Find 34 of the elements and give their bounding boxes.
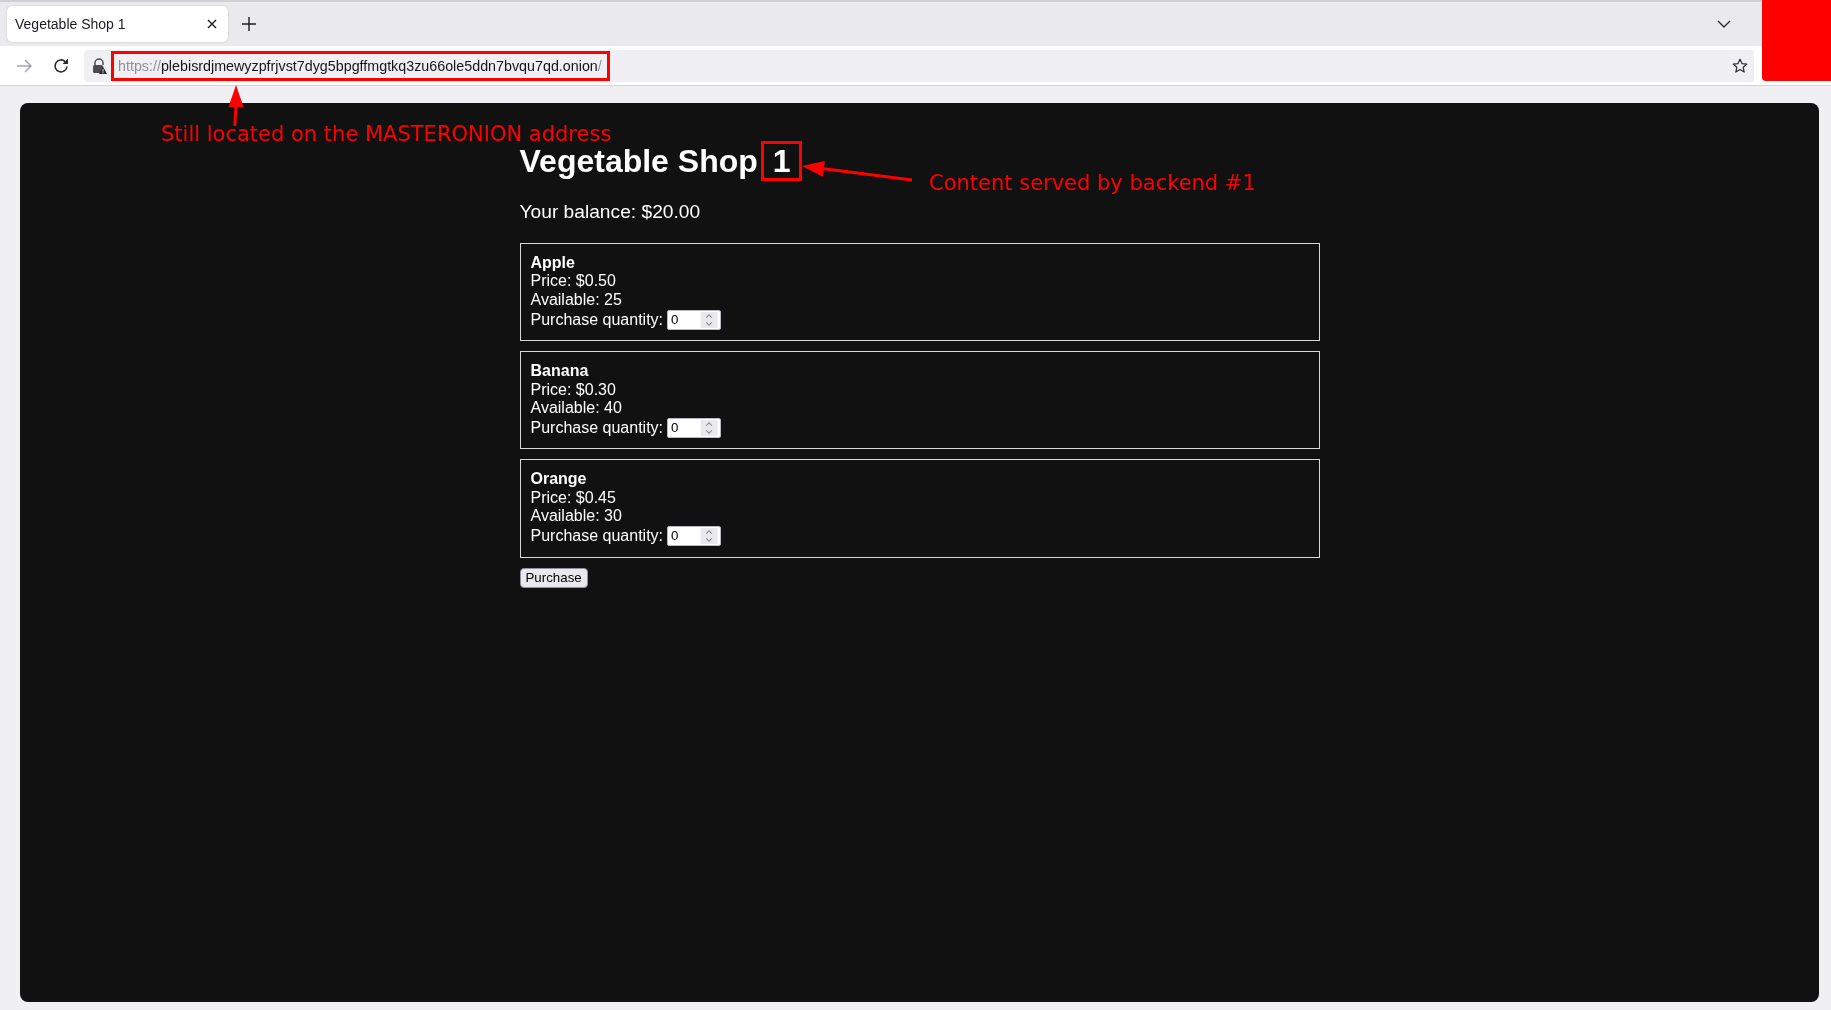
title-number: 1 [772, 144, 791, 178]
quantity-field[interactable]: 0 [667, 417, 722, 438]
annotation-note: Content served by backend #1 [929, 171, 1256, 196]
browser-tab[interactable]: Vegetable Shop 1 [7, 6, 228, 42]
balance-text: Your balance: $20.00 [519, 201, 702, 223]
spinner-icon[interactable] [700, 528, 719, 545]
chevron-down-icon[interactable] [1717, 20, 1731, 28]
quantity-label: Purchase quantity: [530, 310, 664, 329]
product-name: Apple [530, 254, 576, 273]
purchase-button[interactable]: Purchase [519, 567, 588, 588]
product-price: Price: $0.50 [530, 272, 617, 291]
plus-icon[interactable] [242, 17, 256, 31]
address-text[interactable]: https://plebisrdjmewyzpfrjvst7dyg5bpgffmgtkq3zu66ole5ddn7bvqu7qd.onion/ [118, 56, 602, 75]
close-icon[interactable] [207, 19, 217, 29]
product-availability: Available: 30 [530, 507, 623, 526]
quantity-label: Purchase quantity: [530, 526, 664, 546]
star-icon[interactable] [1732, 57, 1748, 74]
quantity-label: Purchase quantity: [530, 418, 664, 438]
quantity-field[interactable]: 0 [667, 309, 722, 330]
spinner-icon[interactable] [700, 311, 719, 328]
spinner-icon[interactable] [700, 419, 719, 436]
annotation-note: Still located on the MASTERONION address [161, 122, 612, 147]
product-availability: Available: 40 [530, 399, 623, 418]
annotation-arrow [228, 85, 244, 127]
product-name: Banana [530, 362, 590, 381]
product-name: Orange [530, 470, 588, 489]
product-price: Price: $0.45 [530, 488, 617, 508]
reload-icon[interactable] [53, 57, 69, 74]
product-availability: Available: 25 [530, 290, 623, 310]
product-price: Price: $0.30 [530, 380, 617, 400]
address-field[interactable]: https://plebisrdjmewyzpfrjvst7dyg5bpgffmgtkq3zu66ole5ddn7bvqu7qd.onion/ [84, 49, 1754, 82]
lock-warning-icon[interactable] [91, 57, 107, 74]
quantity-field[interactable]: 0 [667, 526, 722, 547]
page-title: Vegetable Shop [519, 144, 758, 178]
